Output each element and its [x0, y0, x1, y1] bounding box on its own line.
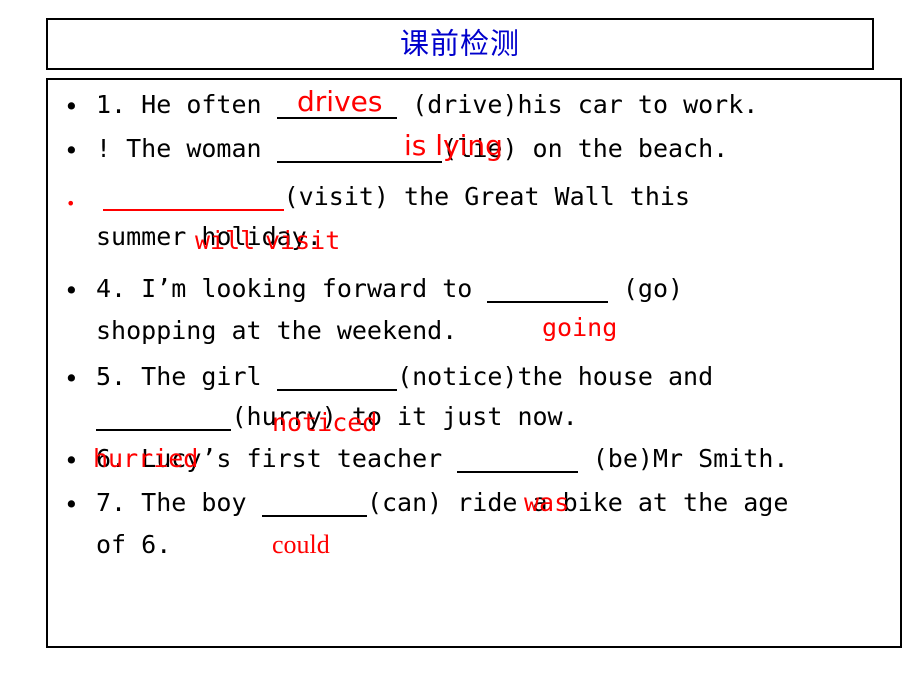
- bullet-icon-4: •: [64, 276, 79, 305]
- question-5-after: (notice)the house and: [397, 362, 714, 391]
- question-2-before: The woman: [126, 134, 262, 163]
- question-6-after: (be)Mr Smith.: [592, 444, 789, 473]
- bullet-icon-5: •: [64, 364, 79, 393]
- question-4-line-2: shopping at the weekend.: [96, 316, 458, 345]
- question-3-line-1: (visit) the Great Wall this: [103, 184, 690, 211]
- bullet-icon-3: •: [66, 194, 76, 213]
- question-7-line-1: 7. The boy (can) ride a bike at the age: [96, 490, 788, 517]
- question-7-before: The boy: [141, 488, 247, 517]
- question-1-before: He often: [141, 90, 262, 119]
- bullet-icon-6: •: [64, 446, 79, 475]
- bullet-icon-2: •: [64, 136, 79, 165]
- questions-list: • 1. He often (drive)his car to work. • …: [48, 80, 900, 646]
- answer-going: going: [542, 313, 618, 342]
- question-4-before: I’m looking forward to: [141, 274, 473, 303]
- question-6-line-1: 6. Lucy’s first teacher (be)Mr Smith.: [96, 446, 788, 473]
- answer-could: could: [272, 530, 330, 559]
- question-4-blank[interactable]: [487, 276, 608, 303]
- question-4-after: (go): [622, 274, 684, 303]
- question-5-number: 5.: [96, 362, 127, 391]
- question-3-blank[interactable]: [103, 184, 284, 211]
- question-4-line-1: 4. I’m looking forward to (go): [96, 276, 683, 303]
- answer-is-lying: is lying: [404, 129, 503, 162]
- question-5-before: The girl: [141, 362, 262, 391]
- answer-noticed: noticed: [272, 408, 378, 437]
- question-3-after: (visit) the Great Wall this: [283, 182, 691, 211]
- question-7-blank[interactable]: [261, 490, 367, 517]
- question-5-blank-b[interactable]: [96, 404, 232, 431]
- answer-visit: visit: [265, 226, 341, 255]
- answer-was: was: [524, 488, 570, 517]
- question-2-number: !: [96, 134, 112, 163]
- page-title: 课前检测: [399, 26, 520, 61]
- question-7-number: 7.: [96, 488, 127, 517]
- question-4-number: 4.: [96, 274, 127, 303]
- bullet-icon-7: •: [64, 490, 79, 519]
- answer-drives: drives: [297, 85, 383, 118]
- question-5-blank-a[interactable]: [276, 364, 398, 391]
- question-5-line-1: 5. The girl (notice)the house and: [96, 364, 713, 391]
- bullet-icon-1: •: [64, 92, 79, 121]
- question-1-line-1: 1. He often (drive)his car to work.: [96, 92, 758, 119]
- question-7-line-2: of 6.: [96, 530, 172, 559]
- title-frame: 课前检测: [46, 18, 874, 70]
- question-1-after: (drive)his car to work.: [412, 90, 759, 119]
- answer-hurried: hurried: [93, 444, 199, 473]
- question-6-blank[interactable]: [457, 446, 578, 473]
- question-7-after: (can) ride a bike at the age: [366, 488, 789, 517]
- content-frame: • 1. He often (drive)his car to work. • …: [46, 78, 902, 648]
- answer-will: will: [195, 226, 256, 255]
- question-1-number: 1.: [96, 90, 127, 119]
